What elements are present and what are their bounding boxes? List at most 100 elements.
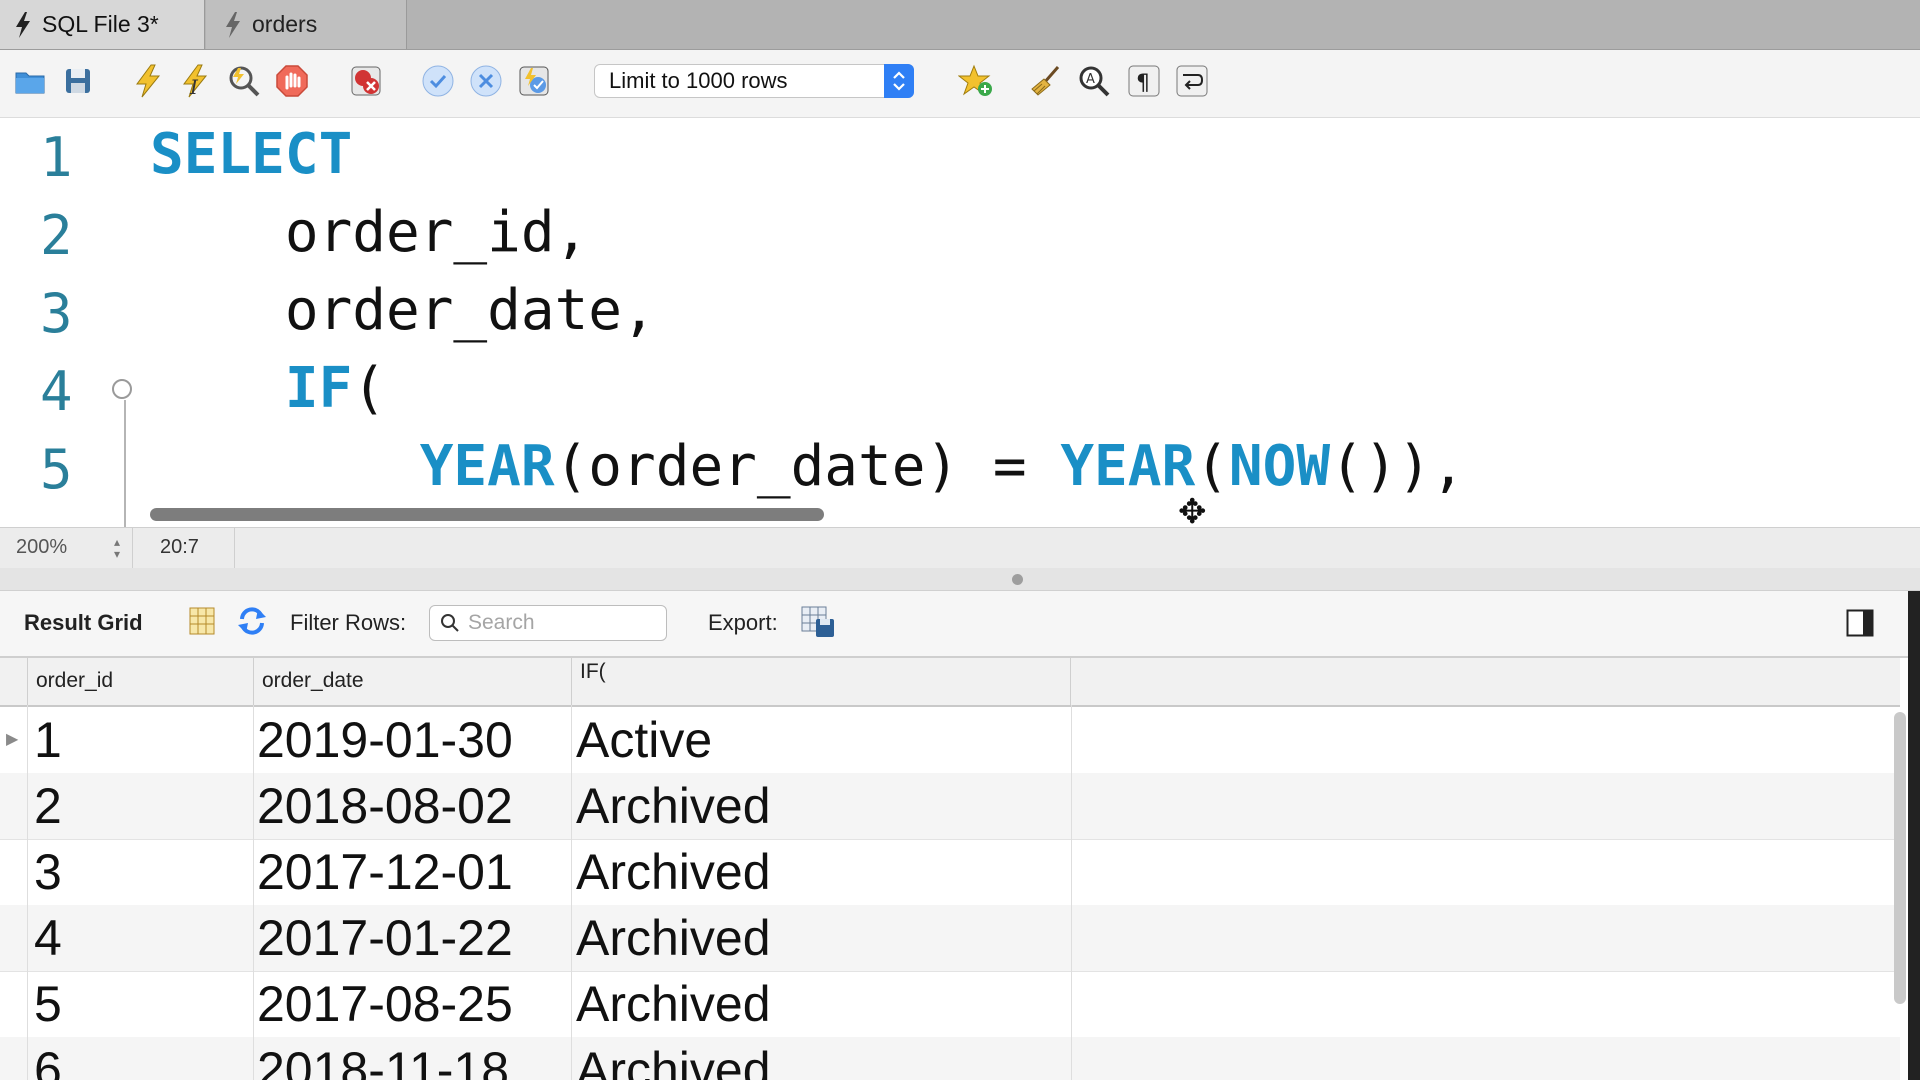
window-edge xyxy=(1908,591,1920,1080)
divider xyxy=(234,528,235,568)
code-line-5[interactable]: YEAR(order_date) = YEAR(NOW()), xyxy=(150,434,1465,499)
grid-columns-icon[interactable] xyxy=(188,606,216,638)
code-token: ( xyxy=(1195,434,1229,499)
table-row[interactable]: ▶ 1 2019-01-30 Active xyxy=(0,707,1900,774)
explain-icon[interactable] xyxy=(226,63,262,99)
code-token: order_date, xyxy=(284,278,656,343)
search-icon xyxy=(441,614,459,632)
cell-status[interactable]: Archived xyxy=(576,1041,771,1080)
cell-order-date[interactable]: 2018-08-02 xyxy=(257,777,513,835)
autocommit-icon[interactable] xyxy=(516,63,552,99)
cell-order-id[interactable]: 6 xyxy=(34,1041,62,1080)
lightning-icon xyxy=(226,11,240,38)
cell-status[interactable]: Archived xyxy=(576,843,771,901)
cell-order-id[interactable]: 5 xyxy=(34,975,62,1033)
result-grid[interactable]: order_id order_date IF( ▶ 1 2019-01-30 A… xyxy=(0,658,1900,1080)
code-line-1[interactable]: SELECT xyxy=(150,122,352,187)
execute-current-icon[interactable]: I xyxy=(178,63,214,99)
grid-header: order_id order_date IF( xyxy=(0,658,1900,707)
fold-toggle-icon[interactable] xyxy=(112,379,132,399)
cell-order-id[interactable]: 1 xyxy=(34,711,62,769)
tab-orders[interactable]: orders xyxy=(206,0,407,49)
column-header-order-date[interactable]: order_date xyxy=(253,658,571,705)
zoom-stepper-icon[interactable]: ▴ ▾ xyxy=(106,534,128,562)
code-token: YEAR xyxy=(419,434,555,499)
table-row[interactable]: 4 2017-01-22 Archived xyxy=(0,905,1900,972)
cursor-position: 20:7 xyxy=(160,536,199,558)
toggle-side-panel-icon[interactable] xyxy=(1846,609,1874,637)
toggle-error-icon[interactable] xyxy=(348,63,384,99)
find-icon[interactable]: A xyxy=(1076,63,1112,99)
cell-status[interactable]: Archived xyxy=(576,777,771,835)
cell-order-date[interactable]: 2019-01-30 xyxy=(257,711,513,769)
grid-vertical-scrollbar[interactable] xyxy=(1894,712,1906,1004)
cell-order-date[interactable]: 2017-12-01 xyxy=(257,843,513,901)
svg-text:A: A xyxy=(1086,72,1095,87)
lightning-icon xyxy=(16,11,30,38)
cell-order-id[interactable]: 2 xyxy=(34,777,62,835)
cell-order-date[interactable]: 2018-11-18 xyxy=(257,1041,509,1080)
result-toolbar: Result Grid Filter Rows: Search Export: xyxy=(0,591,1920,658)
export-label: Export: xyxy=(708,610,778,635)
rollback-icon[interactable] xyxy=(468,63,504,99)
table-row[interactable]: 6 2018-11-18 Archived xyxy=(0,1037,1900,1080)
editor-horizontal-scrollbar[interactable] xyxy=(150,508,824,521)
open-file-icon[interactable] xyxy=(12,63,48,99)
svg-text:I: I xyxy=(189,75,199,98)
table-row[interactable]: 3 2017-12-01 Archived xyxy=(0,839,1900,906)
code-token: ( xyxy=(352,356,387,421)
cell-order-id[interactable]: 4 xyxy=(34,909,62,967)
beautify-broom-icon[interactable] xyxy=(1028,63,1064,99)
column-divider xyxy=(1071,705,1072,1080)
code-line-4[interactable]: IF( xyxy=(150,356,386,421)
current-row-indicator-icon: ▶ xyxy=(6,731,19,748)
splitter-handle-icon[interactable] xyxy=(1012,574,1023,585)
column-divider xyxy=(571,705,572,1080)
cell-status[interactable]: Archived xyxy=(576,975,771,1033)
cell-order-date[interactable]: 2017-08-25 xyxy=(257,975,513,1033)
table-row[interactable]: 2 2018-08-02 Archived xyxy=(0,773,1900,840)
invisible-chars-icon[interactable]: ¶ xyxy=(1126,63,1162,99)
filter-rows-label: Filter Rows: xyxy=(290,610,407,635)
add-snippet-star-icon[interactable] xyxy=(958,63,994,99)
code-line-2[interactable]: order_id, xyxy=(150,200,588,265)
code-token: order_id, xyxy=(284,200,589,265)
execute-icon[interactable] xyxy=(130,63,166,99)
cell-status[interactable]: Archived xyxy=(576,909,771,967)
filter-search-input[interactable]: Search xyxy=(429,605,667,641)
tab-label: SQL File 3* xyxy=(42,11,159,37)
refresh-icon[interactable] xyxy=(236,605,268,637)
column-header-order-id[interactable]: order_id xyxy=(27,658,253,705)
sql-editor[interactable]: 1 2 3 4 5 SELECT order_id, order_date, I… xyxy=(0,118,1920,527)
save-icon[interactable] xyxy=(60,63,96,99)
fold-guide-line xyxy=(124,400,126,527)
svg-text:¶: ¶ xyxy=(1136,71,1150,96)
commit-icon[interactable] xyxy=(420,63,456,99)
wrap-lines-icon[interactable] xyxy=(1174,63,1210,99)
cell-status[interactable]: Active xyxy=(576,711,712,769)
select-stepper-icon[interactable] xyxy=(884,64,914,98)
table-row[interactable]: 5 2017-08-25 Archived xyxy=(0,971,1900,1038)
zoom-level[interactable]: 200% xyxy=(16,536,67,559)
code-token: SELECT xyxy=(150,122,353,187)
cell-order-date[interactable]: 2017-01-22 xyxy=(257,909,513,967)
resize-cursor-icon: ✥ xyxy=(1178,493,1207,531)
code-token: (order_date) = xyxy=(554,434,1061,499)
code-token: YEAR xyxy=(1060,434,1196,499)
limit-rows-value: Limit to 1000 rows xyxy=(609,68,788,93)
column-header-if[interactable]: IF( xyxy=(571,658,1071,705)
stop-icon[interactable] xyxy=(274,63,310,99)
limit-rows-select[interactable]: Limit to 1000 rows xyxy=(594,64,914,98)
code-token: NOW xyxy=(1228,434,1331,499)
tab-sql-file[interactable]: SQL File 3* xyxy=(0,0,205,49)
result-grid-title[interactable]: Result Grid xyxy=(24,610,143,636)
line-number: 2 xyxy=(40,204,73,267)
sql-editor-toolbar: I Limit to 1000 rows A ¶ xyxy=(0,50,1920,118)
cell-order-id[interactable]: 3 xyxy=(34,843,62,901)
panel-splitter[interactable] xyxy=(0,568,1920,591)
code-line-3[interactable]: order_date, xyxy=(150,278,656,343)
export-icon[interactable] xyxy=(800,605,836,639)
